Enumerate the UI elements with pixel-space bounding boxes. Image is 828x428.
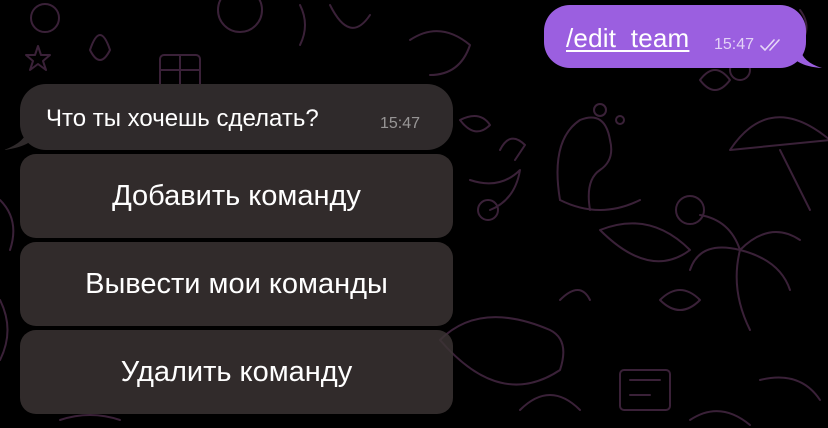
outgoing-message-bubble[interactable]: /edit_team 15:47 xyxy=(544,5,806,68)
message-text: Что ты хочешь сделать? xyxy=(46,105,319,132)
double-check-icon xyxy=(760,39,780,51)
delete-team-button[interactable]: Удалить команду xyxy=(20,330,453,414)
message-time: 15:47 xyxy=(380,115,421,132)
add-team-button[interactable]: Добавить команду xyxy=(20,154,453,238)
command-link[interactable]: /edit_team xyxy=(566,23,689,54)
message-time: 15:47 xyxy=(714,36,755,53)
outgoing-message-meta: 15:47 xyxy=(714,36,784,54)
chat-area: /edit_team 15:47 Что ты хочешь сделать? … xyxy=(0,0,828,428)
incoming-message-bubble: Что ты хочешь сделать? 15:47 xyxy=(20,84,453,150)
list-my-teams-button[interactable]: Вывести мои команды xyxy=(20,242,453,326)
